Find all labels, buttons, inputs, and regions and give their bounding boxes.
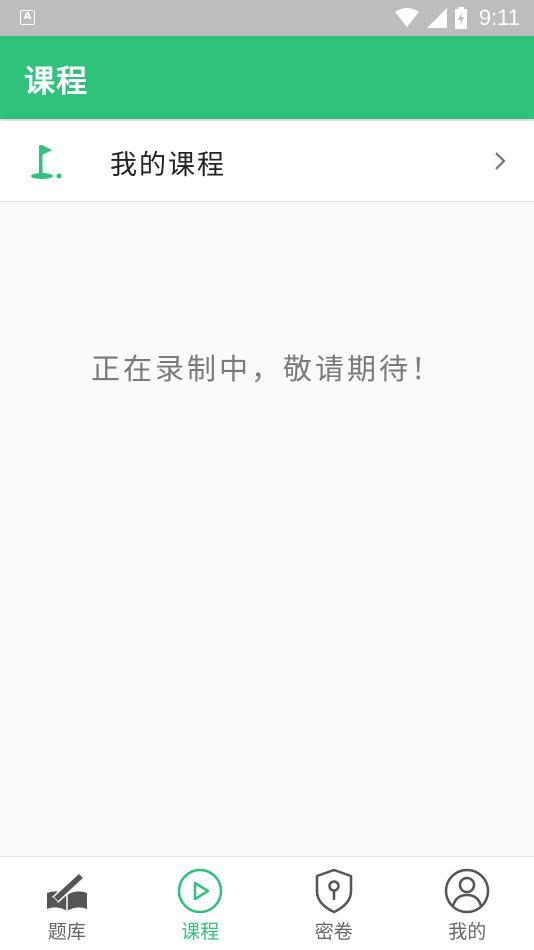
my-courses-label: 我的课程 xyxy=(110,150,226,181)
nav-label-courses: 课程 xyxy=(181,921,220,943)
user-circle-icon xyxy=(445,868,490,914)
battery-icon xyxy=(454,7,467,29)
play-circle-icon xyxy=(178,868,223,914)
status-icons: 9:11 xyxy=(394,0,520,36)
nav-label-question-bank: 题库 xyxy=(47,921,86,943)
chevron-right-icon xyxy=(495,152,506,170)
nav-label-profile: 我的 xyxy=(448,921,487,943)
bottom-nav: 题库 课程 密卷 我的 xyxy=(0,856,534,950)
golf-flag-icon xyxy=(31,145,62,179)
wifi-icon xyxy=(394,8,419,27)
app-bar: 课程 xyxy=(0,36,534,119)
empty-state-message: 正在录制中，敬请期待！ xyxy=(90,352,443,386)
nav-label-secret-papers: 密卷 xyxy=(314,921,353,943)
page-title: 课程 xyxy=(24,64,88,100)
status-time: 9:11 xyxy=(478,5,520,30)
status-bar: A 9:11 xyxy=(0,0,534,36)
nav-item-profile[interactable]: 我的 xyxy=(401,857,534,950)
my-courses-row[interactable]: 我的课程 xyxy=(0,121,534,202)
notification-icon: A xyxy=(20,10,35,25)
signal-icon xyxy=(426,8,447,28)
nav-item-courses[interactable]: 课程 xyxy=(134,857,268,950)
nav-item-question-bank[interactable]: 题库 xyxy=(0,857,134,950)
book-pen-icon xyxy=(46,871,87,911)
nav-item-secret-papers[interactable]: 密卷 xyxy=(267,857,401,950)
lock-shield-icon xyxy=(315,868,352,914)
